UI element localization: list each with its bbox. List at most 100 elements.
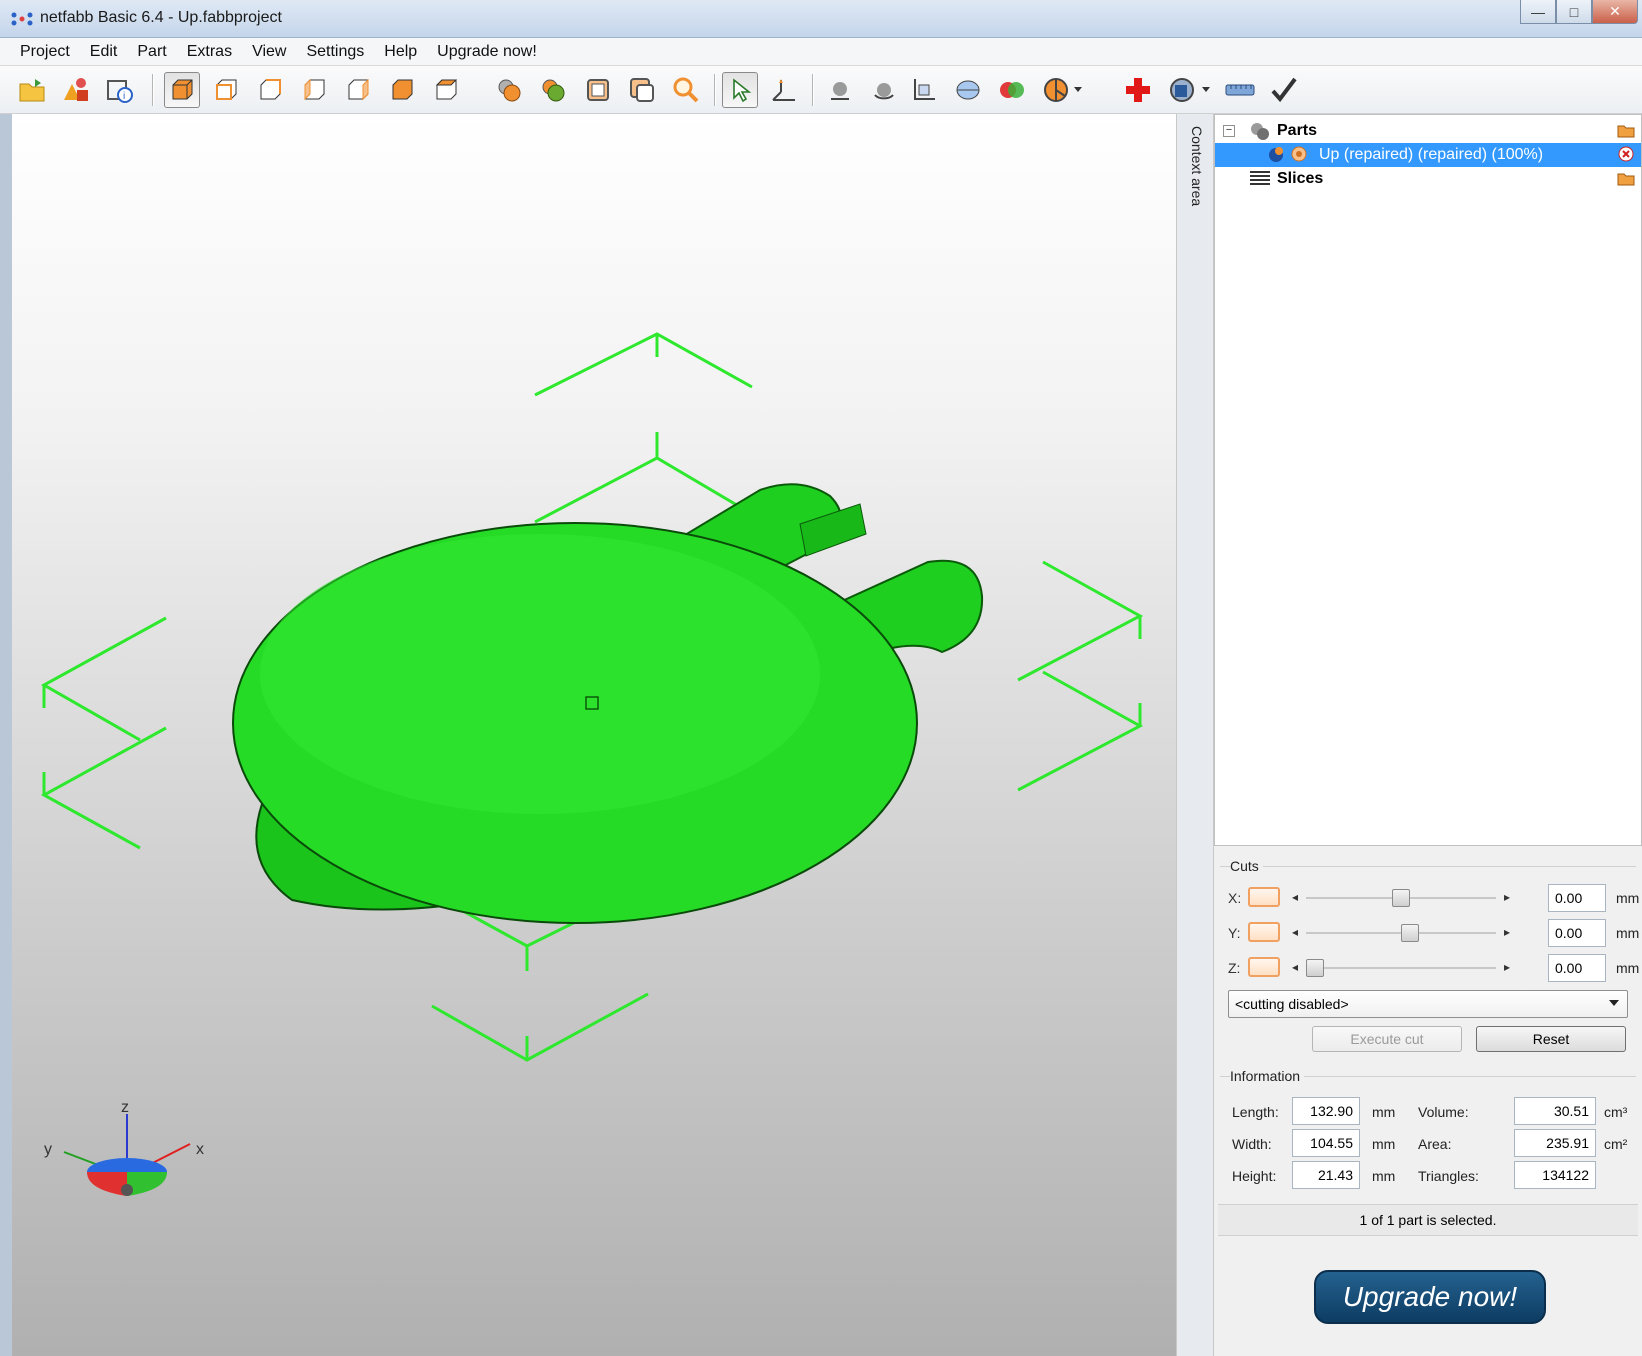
- tree-item-parts[interactable]: − Parts: [1215, 119, 1641, 143]
- minimize-icon: —: [1531, 3, 1545, 20]
- cut-y-value-field[interactable]: 0.00: [1548, 919, 1606, 947]
- slider-left-arrow-icon[interactable]: ◂: [1292, 960, 1298, 974]
- upgrade-now-button[interactable]: Upgrade now!: [1314, 1270, 1546, 1324]
- menu-view[interactable]: View: [242, 43, 296, 61]
- check-button[interactable]: [1266, 72, 1302, 108]
- 3d-viewport[interactable]: z x y: [0, 114, 1176, 1356]
- cut-z-label: Z:: [1228, 960, 1241, 976]
- tree-item-part-up[interactable]: Up (repaired) (repaired) (100%): [1215, 143, 1641, 167]
- scale-icon: [914, 79, 935, 100]
- view-back-button[interactable]: [252, 72, 288, 108]
- ruler-button[interactable]: [1222, 72, 1258, 108]
- cut-x-label: X:: [1228, 890, 1242, 906]
- cut-x-thumb[interactable]: [1392, 889, 1410, 907]
- move-button[interactable]: [822, 72, 858, 108]
- reset-button[interactable]: Reset: [1476, 1026, 1626, 1052]
- view-top-icon: [392, 79, 413, 100]
- mirror-icon: [956, 80, 980, 100]
- wireframe-button[interactable]: [580, 72, 616, 108]
- part-info-button[interactable]: i: [102, 72, 138, 108]
- chevron-down-icon: [1074, 87, 1082, 92]
- area-field: 235.91: [1514, 1129, 1596, 1157]
- close-button[interactable]: ✕: [1592, 0, 1638, 24]
- analysis-button[interactable]: [1164, 72, 1200, 108]
- tree-item-slices[interactable]: Slices: [1215, 167, 1641, 191]
- collapse-icon[interactable]: −: [1223, 125, 1235, 137]
- right-panel: − Parts Up (repaired) (repaired) (100%) …: [1214, 114, 1642, 1356]
- slider-left-arrow-icon[interactable]: ◂: [1292, 925, 1298, 939]
- zoom-icon: [673, 77, 699, 103]
- rotate-button[interactable]: [866, 72, 902, 108]
- view-perspective-icon: [172, 79, 193, 100]
- open-project-button[interactable]: [14, 72, 50, 108]
- visibility-icon[interactable]: [1291, 146, 1307, 162]
- menu-edit[interactable]: Edit: [80, 43, 128, 61]
- menu-part[interactable]: Part: [127, 43, 176, 61]
- cut-x-slider[interactable]: ◂ ▸: [1292, 887, 1510, 909]
- pie-view-dropdown[interactable]: [1070, 72, 1086, 108]
- render-mode-button[interactable]: [492, 72, 528, 108]
- menu-settings[interactable]: Settings: [296, 43, 374, 61]
- remove-part-icon[interactable]: [1617, 146, 1635, 162]
- slider-right-arrow-icon[interactable]: ▸: [1504, 925, 1510, 939]
- select-pointer-button[interactable]: [722, 72, 758, 108]
- folder-open-icon[interactable]: [1617, 170, 1635, 186]
- view-right-button[interactable]: [340, 72, 376, 108]
- cut-z-value-field[interactable]: 0.00: [1548, 954, 1606, 982]
- scale-button[interactable]: [906, 72, 942, 108]
- cut-y-thumb[interactable]: [1400, 924, 1419, 942]
- zoom-button[interactable]: [668, 72, 704, 108]
- window-title: netfabb Basic 6.4 - Up.fabbproject: [40, 9, 282, 26]
- view-top-button[interactable]: [384, 72, 420, 108]
- execute-cut-button[interactable]: Execute cut: [1312, 1026, 1462, 1052]
- boolean-icon: [1000, 82, 1024, 98]
- measure-button[interactable]: [766, 72, 802, 108]
- add-part-button[interactable]: [58, 72, 94, 108]
- select-pointer-icon: [733, 78, 752, 103]
- mirror-button[interactable]: [950, 72, 986, 108]
- cut-row-x: X: ◂ ▸ 0.00 mm: [1228, 884, 1639, 912]
- repair-button[interactable]: [1120, 72, 1156, 108]
- view-front-button[interactable]: [208, 72, 244, 108]
- tree-slices-label: Slices: [1277, 170, 1324, 187]
- slider-right-arrow-icon[interactable]: ▸: [1504, 960, 1510, 974]
- information-title: Information: [1230, 1068, 1305, 1084]
- cut-z-toggle[interactable]: [1248, 957, 1280, 977]
- analysis-dropdown[interactable]: [1198, 72, 1214, 108]
- view-perspective-button[interactable]: [164, 72, 200, 108]
- analysis-icon: [1170, 78, 1194, 102]
- boolean-button[interactable]: [994, 72, 1030, 108]
- view-back-icon: [260, 79, 281, 100]
- cut-x-value-field[interactable]: 0.00: [1548, 884, 1606, 912]
- box-view-button[interactable]: [624, 72, 660, 108]
- shaded-button[interactable]: [536, 72, 572, 108]
- menu-extras[interactable]: Extras: [177, 43, 242, 61]
- cut-x-toggle[interactable]: [1248, 887, 1280, 907]
- cut-mode-select[interactable]: <cutting disabled>: [1228, 990, 1628, 1018]
- slider-left-arrow-icon[interactable]: ◂: [1292, 890, 1298, 904]
- render-mode-icon: [498, 79, 521, 102]
- chevron-down-icon: [1609, 1000, 1619, 1006]
- menu-project[interactable]: Project: [10, 43, 80, 61]
- width-unit: mm: [1372, 1136, 1396, 1152]
- cut-z-thumb[interactable]: [1306, 959, 1324, 977]
- cut-y-toggle[interactable]: [1248, 922, 1280, 942]
- cut-x-unit: mm: [1616, 890, 1640, 906]
- cut-z-slider[interactable]: ◂ ▸: [1292, 957, 1510, 979]
- menu-help[interactable]: Help: [374, 43, 427, 61]
- view-bottom-button[interactable]: [428, 72, 464, 108]
- repair-cross-icon: [1126, 78, 1150, 102]
- folder-open-icon[interactable]: [1617, 122, 1635, 138]
- view-left-button[interactable]: [296, 72, 332, 108]
- context-area-toggle[interactable]: Context area: [1176, 114, 1214, 1356]
- menu-upgrade[interactable]: Upgrade now!: [427, 43, 547, 61]
- pie-view-button[interactable]: [1038, 72, 1074, 108]
- slider-right-arrow-icon[interactable]: ▸: [1504, 890, 1510, 904]
- minimize-button[interactable]: —: [1520, 0, 1556, 24]
- ruler-icon: [1225, 84, 1255, 96]
- pie-view-icon: [1044, 78, 1068, 102]
- selection-status: 1 of 1 part is selected.: [1218, 1204, 1638, 1236]
- maximize-icon: □: [1569, 3, 1579, 20]
- cut-y-slider[interactable]: ◂ ▸: [1292, 922, 1510, 944]
- maximize-button[interactable]: □: [1556, 0, 1592, 24]
